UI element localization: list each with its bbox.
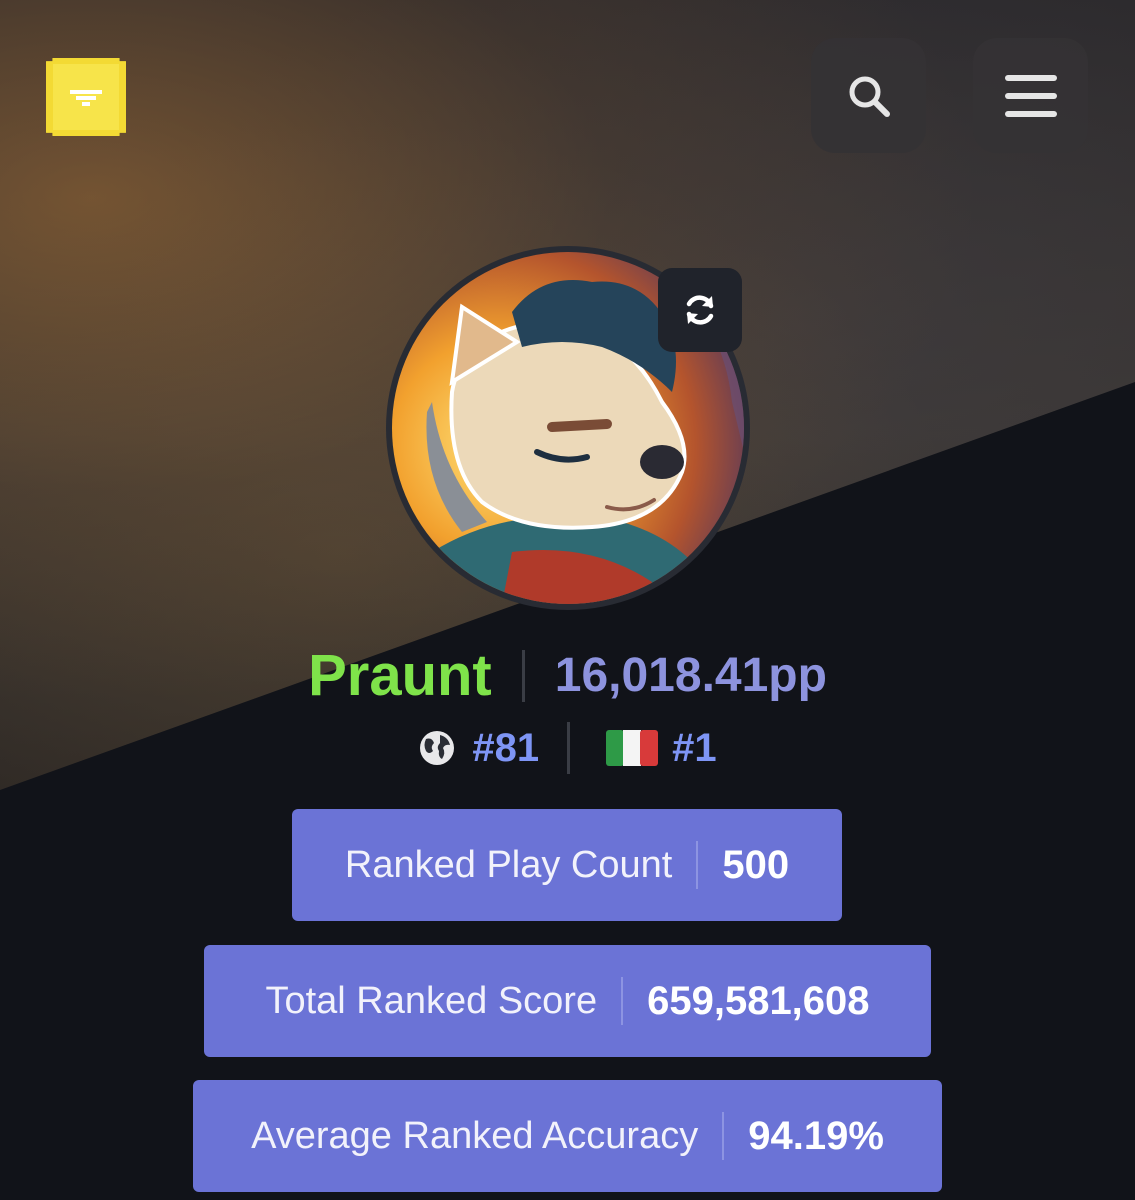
rank-row: #81 #1 [0, 720, 1135, 776]
search-icon [849, 76, 890, 117]
refresh-icon [686, 295, 714, 325]
divider [521, 650, 525, 702]
refresh-button[interactable] [658, 268, 742, 352]
stat-label: Total Ranked Score [265, 979, 598, 1022]
beatleader-logo-icon [70, 90, 102, 106]
globe-icon [418, 729, 456, 767]
stat-average-ranked-accuracy: Average Ranked Accuracy 94.19% [193, 1080, 942, 1192]
profile-name-row: Praunt 16,018.41pp [0, 636, 1135, 716]
stat-value: 94.19% [748, 1113, 884, 1158]
stat-label: Average Ranked Accuracy [251, 1114, 699, 1157]
stat-label: Ranked Play Count [344, 843, 673, 886]
stat-ranked-play-count: Ranked Play Count 500 [292, 809, 842, 921]
divider [567, 722, 571, 774]
global-rank[interactable]: #81 [472, 720, 539, 776]
site-logo[interactable] [46, 58, 126, 136]
hamburger-menu-icon [1004, 74, 1057, 117]
stat-divider [722, 1112, 725, 1160]
stat-value: 500 [722, 842, 790, 887]
search-button[interactable] [811, 38, 926, 153]
menu-button[interactable] [973, 38, 1088, 153]
stat-divider [621, 977, 624, 1025]
username[interactable]: Praunt [308, 636, 492, 716]
performance-points: 16,018.41pp [554, 649, 827, 702]
logo-inner [53, 64, 119, 130]
stat-divider [696, 841, 699, 889]
stat-total-ranked-score: Total Ranked Score 659,581,608 [204, 945, 931, 1057]
country-rank[interactable]: #1 [672, 720, 717, 776]
italy-flag-icon [606, 730, 659, 766]
stat-value: 659,581,608 [647, 978, 870, 1023]
